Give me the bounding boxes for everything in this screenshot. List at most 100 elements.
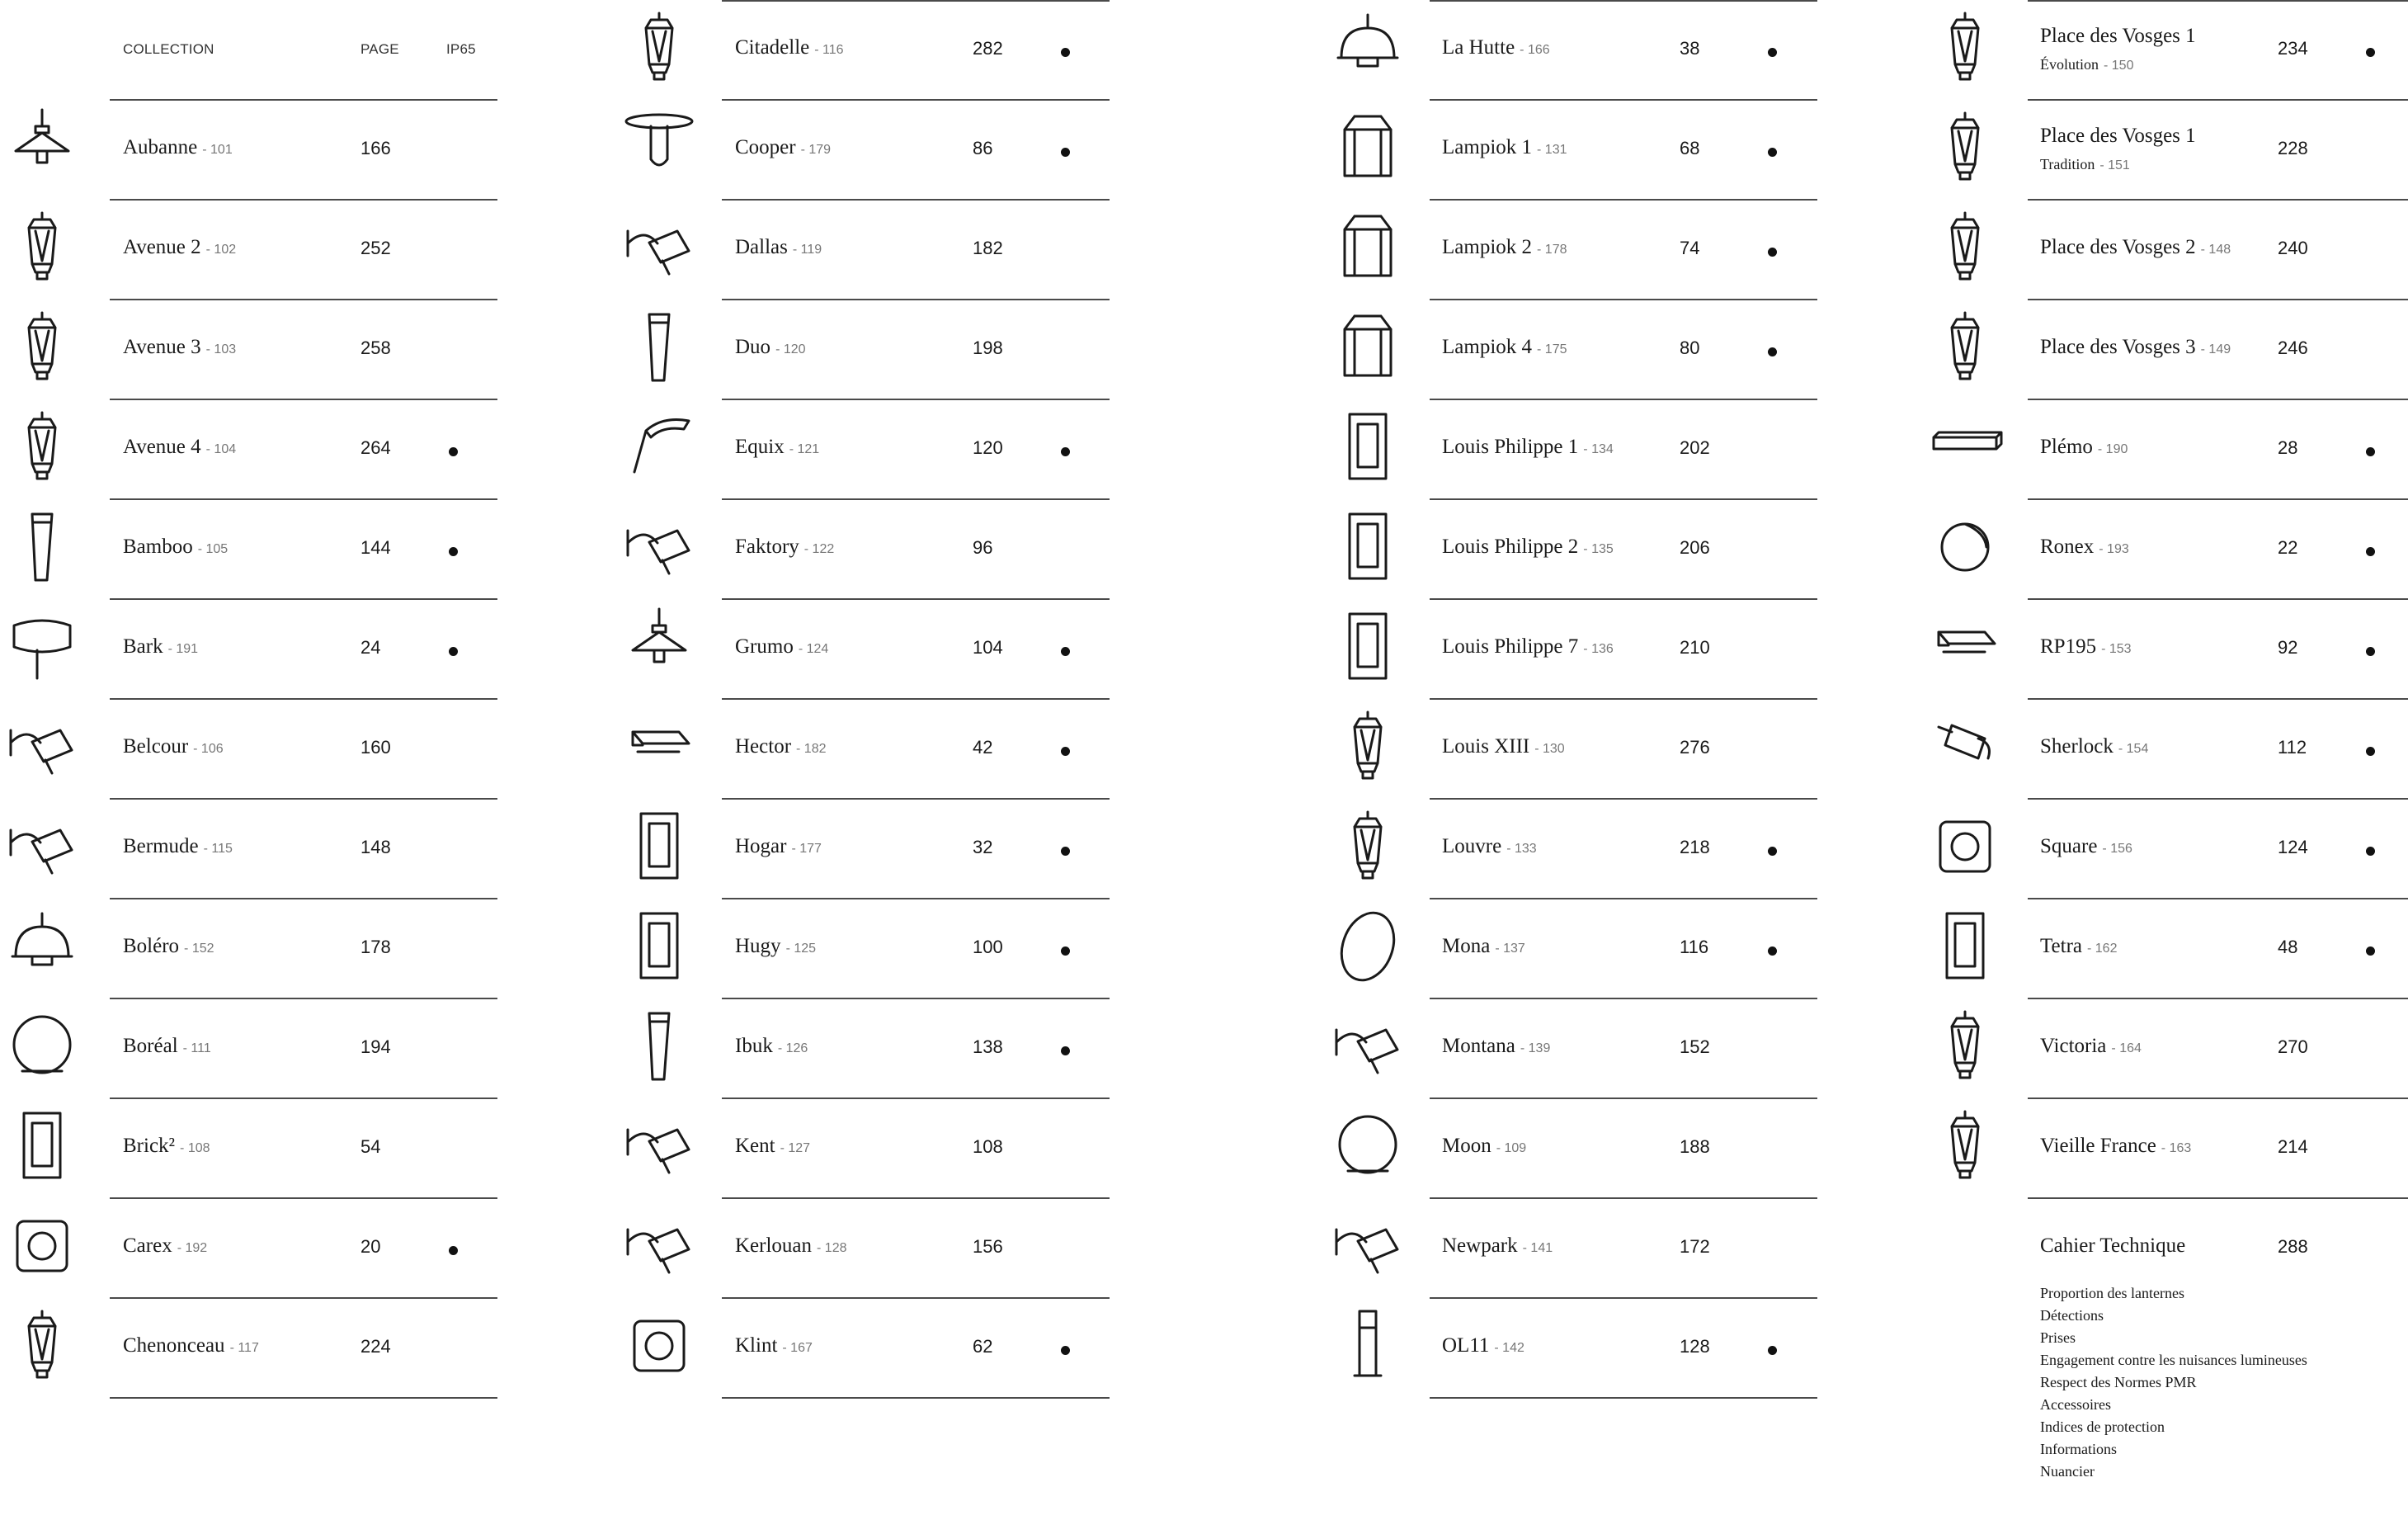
technical-item[interactable]: Engagement contre les nuisances lumineus… — [2040, 1349, 2307, 1371]
technical-item[interactable]: Prises — [2040, 1327, 2307, 1349]
technical-item[interactable]: Nuancier — [2040, 1461, 2307, 1483]
collection-row[interactable]: Place des Vosges 1 Tradition - 151 228 — [0, 100, 2408, 201]
technical-list: Proportion des lanternes Détections Prises… — [2040, 1282, 2307, 1483]
technical-title[interactable]: Cahier Technique — [2040, 1234, 2185, 1258]
product-ref: - 142 — [1494, 1341, 1524, 1355]
wall-arm-lamp-icon — [1335, 1228, 1399, 1274]
round-wall-light-icon — [1940, 522, 1990, 572]
technical-item[interactable]: Proportion des lanternes — [2040, 1282, 2307, 1305]
lantern-icon — [1950, 211, 1980, 281]
product-name-text: Place des Vosges 1 — [2040, 125, 2196, 147]
technical-item[interactable]: Informations — [2040, 1438, 2307, 1461]
product-ref: - 162 — [2087, 942, 2118, 956]
product-thumbnail — [1927, 506, 2003, 588]
product-name[interactable]: Victoria - 164 — [2040, 1035, 2142, 1058]
product-name[interactable]: Place des Vosges 2 - 148 — [2040, 236, 2231, 259]
collection-row[interactable]: Sherlock - 154 112 — [0, 699, 2408, 800]
product-ref: - 148 — [2200, 243, 2231, 257]
divider — [2028, 1197, 2408, 1199]
page-number: 112 — [2278, 737, 2307, 758]
spot-light-icon — [1937, 724, 1991, 760]
flood-light-icon — [1937, 630, 1996, 654]
product-ref: - 154 — [2118, 742, 2149, 756]
product-thumbnail — [1927, 206, 2003, 289]
lantern-icon — [1950, 111, 1980, 181]
collection-row[interactable]: Ronex - 193 22 — [0, 499, 2408, 600]
product-name[interactable]: Square - 156 — [2040, 835, 2132, 858]
product-name[interactable]: Place des Vosges 1 — [2040, 125, 2196, 148]
product-name-text: Ronex — [2040, 536, 2095, 558]
product-thumbnail — [1927, 1005, 2003, 1088]
product-ref: - 190 — [2097, 442, 2128, 456]
product-name[interactable]: Plémo - 190 — [2040, 436, 2128, 459]
page-number: 92 — [2278, 637, 2298, 658]
product-ref: - 151 — [2099, 158, 2130, 172]
product-name[interactable]: Newpark - 141 — [1442, 1234, 1553, 1258]
product-thumbnail — [1927, 306, 2003, 389]
ip65-indicator — [2366, 547, 2375, 556]
product-ref: - 156 — [2102, 842, 2132, 856]
product-ref: - 163 — [2161, 1141, 2192, 1155]
ip65-indicator — [2366, 847, 2375, 856]
linear-light-icon — [1932, 431, 2003, 451]
product-name[interactable]: Place des Vosges 3 - 149 — [2040, 336, 2231, 359]
collection-row[interactable]: Tetra - 162 48 — [0, 899, 2408, 999]
square-wall-light-icon — [1939, 820, 1991, 873]
ip65-indicator — [2366, 946, 2375, 956]
product-name-text: Plémo — [2040, 436, 2093, 458]
product-ref: - 150 — [2104, 59, 2134, 73]
collection-row[interactable]: Plémo - 190 28 — [0, 399, 2408, 500]
collection-row[interactable]: Victoria - 164 270 — [0, 998, 2408, 1099]
product-name[interactable]: Ronex - 193 — [2040, 536, 2129, 559]
lantern-icon — [1950, 311, 1980, 380]
product-name[interactable]: Sherlock - 154 — [2040, 735, 2148, 758]
ip65-indicator — [2366, 647, 2375, 656]
product-subtitle-text: Évolution — [2040, 56, 2099, 73]
product-thumbnail — [1927, 106, 2003, 189]
product-name-text: Tetra — [2040, 935, 2082, 957]
product-thumbnail — [1330, 1205, 1406, 1287]
product-name[interactable]: Place des Vosges 1 — [2040, 25, 2196, 48]
ip65-indicator — [2366, 48, 2375, 57]
ip65-indicator — [1768, 1346, 1777, 1355]
product-name[interactable]: OL11 - 142 — [1442, 1334, 1524, 1357]
product-thumbnail — [1330, 1305, 1406, 1387]
technical-item[interactable]: Indices de protection — [2040, 1416, 2307, 1438]
bollard-light-icon — [1353, 1310, 1383, 1377]
lantern-icon — [1950, 12, 1980, 81]
page-number: 48 — [2278, 937, 2298, 957]
page-number: 228 — [2278, 138, 2308, 158]
product-name[interactable]: Tetra - 162 — [2040, 935, 2117, 958]
collection-row[interactable]: Place des Vosges 1 Évolution - 150 234 — [0, 0, 2408, 101]
box-light-icon — [1945, 912, 1985, 980]
product-thumbnail — [1927, 1105, 2003, 1187]
ip65-indicator — [2366, 747, 2375, 756]
collection-row[interactable]: Place des Vosges 3 - 149 246 — [0, 300, 2408, 400]
product-name-text: Sherlock — [2040, 735, 2113, 758]
collection-row[interactable]: Place des Vosges 2 - 148 240 — [0, 200, 2408, 300]
page-number: 128 — [1680, 1336, 1710, 1357]
technical-item[interactable]: Détections — [2040, 1305, 2307, 1327]
product-thumbnail — [1927, 905, 2003, 988]
collection-row[interactable]: Vieille France - 163 214 — [0, 1098, 2408, 1199]
technical-item[interactable]: Respect des Normes PMR — [2040, 1371, 2307, 1394]
product-name-text: Newpark — [1442, 1234, 1518, 1257]
technical-item[interactable]: Accessoires — [2040, 1394, 2307, 1416]
product-name[interactable]: RP195 - 153 — [2040, 635, 2132, 659]
product-name[interactable]: Vieille France - 163 — [2040, 1135, 2191, 1158]
product-thumbnail — [1927, 406, 2003, 489]
collection-row[interactable]: RP195 - 153 92 — [0, 599, 2408, 700]
page-number: 124 — [2278, 837, 2308, 857]
product-name-text: Place des Vosges 3 — [2040, 336, 2196, 358]
page-number: 28 — [2278, 437, 2298, 458]
collection-row[interactable]: Square - 156 124 — [0, 799, 2408, 899]
product-name-text: RP195 — [2040, 635, 2097, 658]
lantern-icon — [1950, 1110, 1980, 1179]
product-subtitle-text: Tradition — [2040, 156, 2095, 172]
page-number: 234 — [2278, 38, 2308, 59]
product-ref: - 149 — [2200, 342, 2231, 356]
product-name-text: Place des Vosges 1 — [2040, 25, 2196, 47]
ip65-indicator — [2366, 447, 2375, 456]
page-number: 246 — [2278, 338, 2308, 358]
product-ref: - 141 — [1522, 1241, 1553, 1255]
